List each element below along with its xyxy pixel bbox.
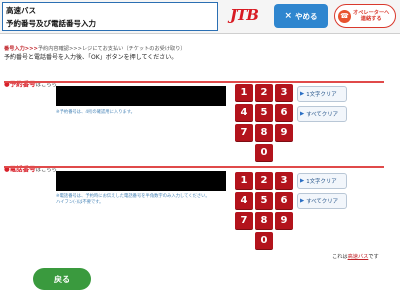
keypad-4-key[interactable]: 4 [235,104,253,122]
phone-clear-one-button[interactable]: ▶ 1文字クリア [297,173,347,189]
reservation-clear-one-button[interactable]: ▶ 1文字クリア [297,86,347,102]
phone-note: ※電話番号は、予約時にお伝えした電話番号を半角数字のみ入力してください。 ハイフ… [56,194,210,205]
back-button[interactable]: 戻る [33,268,91,290]
section-divider [4,81,384,83]
keypad-6-key[interactable]: 6 [275,104,293,122]
keypad-5-key[interactable]: 5 [255,192,273,210]
app-title: 高速バス [6,6,36,15]
instruction-text: 予約番号と電話番号を入力後、「OK」ボタンを押してください。 [4,54,178,61]
close-icon: × [284,11,293,21]
section-divider [4,166,384,168]
keypad-1-key[interactable]: 1 [235,172,253,190]
keypad-5-key[interactable]: 5 [255,104,273,122]
call-operator-label: オペレーターへ 連絡する [353,9,390,23]
call-operator-button[interactable]: ☎ オペレーターへ 連絡する [334,4,396,28]
reservation-section-header: ●予約番号はこちら [4,71,384,88]
keypad-3-key[interactable]: 3 [275,84,293,102]
keypad-7-key[interactable]: 7 [235,212,253,230]
reservation-number-field[interactable] [56,86,226,106]
jtb-logo: JTB [230,6,259,24]
phone-clear-all-button[interactable]: ▶ すべてクリア [297,193,347,209]
triangle-right-icon: ▶ [300,111,305,117]
keypad-8-key[interactable]: 8 [255,212,273,230]
triangle-right-icon: ▶ [300,178,305,184]
keypad-7-key[interactable]: 7 [235,124,253,142]
headset-icon: ☎ [338,9,351,23]
reservation-clear-all-button[interactable]: ▶ すべてクリア [297,106,347,122]
keypad-4-key[interactable]: 4 [235,192,253,210]
keypad-3-key[interactable]: 3 [275,172,293,190]
keypad-8-key[interactable]: 8 [255,124,273,142]
phone-number-field[interactable] [56,171,226,191]
footer-note: これは高速バスです [332,254,379,260]
keypad-2-key[interactable]: 2 [255,172,273,190]
keypad-0-key[interactable]: 0 [255,232,273,250]
keypad-2-key[interactable]: 2 [255,84,273,102]
bus-link[interactable]: 高速バス [348,254,369,260]
reservation-note: ※予約番号は、4桁の確認用に入ります。 [56,110,135,115]
keypad-6-key[interactable]: 6 [275,192,293,210]
keypad-1-key[interactable]: 1 [235,84,253,102]
triangle-right-icon: ▶ [300,91,305,97]
page-title-box: 高速バス 予約番号及び電話番号入力 [2,2,218,31]
page-title: 予約番号及び電話番号入力 [6,19,96,28]
keypad-9-key[interactable]: 9 [275,124,293,142]
cancel-button[interactable]: × やめる [274,4,328,28]
triangle-right-icon: ▶ [300,198,305,204]
cancel-button-label: やめる [295,11,318,21]
phone-section-header: ●電話番号はこちら [4,156,384,173]
breadcrumb: 番号入力>>>予約内容確認>>>レジにてお支払い（チケットのお受け取り） [4,45,186,52]
header-bar: 高速バス 予約番号及び電話番号入力 JTB × やめる ☎ オペレーターへ 連絡… [0,0,400,34]
keypad-9-key[interactable]: 9 [275,212,293,230]
